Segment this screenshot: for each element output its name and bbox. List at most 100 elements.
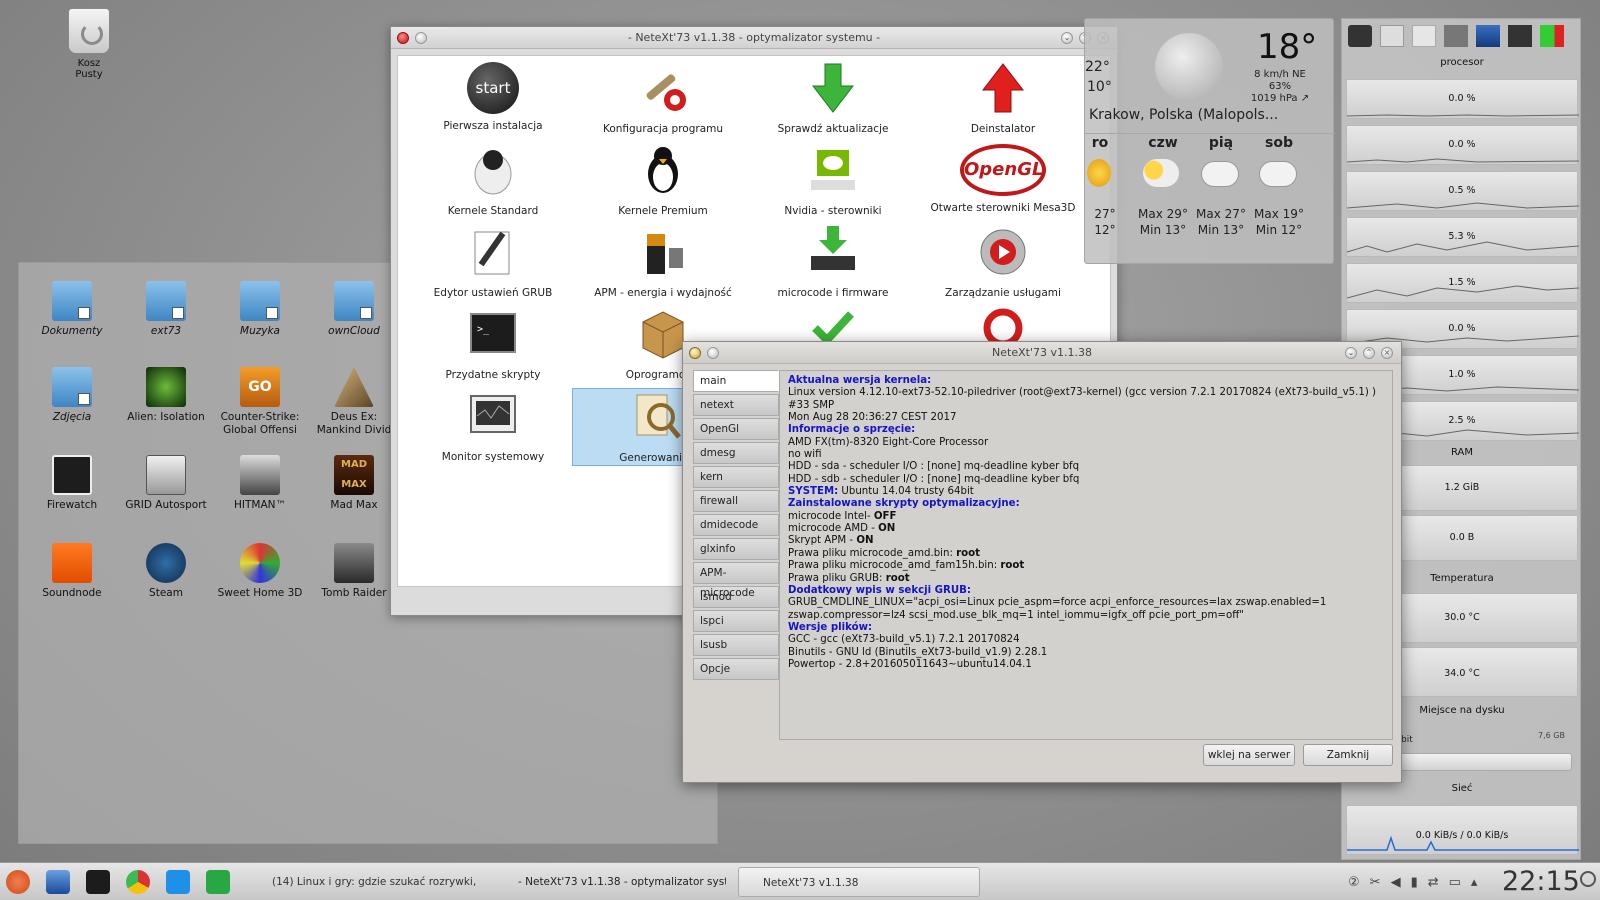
- app-deus-ex[interactable]: Deus Ex: Mankind Divid: [309, 367, 399, 437]
- network-tray-icon[interactable]: ⇄: [1428, 875, 1439, 890]
- terminal-icon[interactable]: [86, 870, 110, 894]
- app-alien-isolation[interactable]: Alien: Isolation: [121, 367, 211, 424]
- close-icon[interactable]: ×: [1381, 347, 1393, 359]
- item-edytor-grub[interactable]: Edytor ustawień GRUB: [408, 226, 578, 299]
- task-optimizer[interactable]: - NeteXt'73 v1.1.38 - optymalizator syst…: [494, 867, 726, 897]
- optimizer-titlebar[interactable]: - NeteXt'73 v1.1.38 - optymalizator syst…: [391, 27, 1117, 49]
- network-icon[interactable]: [1476, 25, 1500, 47]
- close-button[interactable]: Zamknij: [1303, 744, 1393, 766]
- paste-to-server-button[interactable]: wklej na serwer: [1203, 744, 1295, 766]
- folder-muzyka[interactable]: Muzyka: [215, 281, 305, 338]
- info-line: Linux version 4.12.10-ext73-52.10-piledr…: [788, 387, 1384, 412]
- item-uslugi[interactable]: Zarządzanie usługami: [918, 226, 1088, 299]
- updates-icon[interactable]: ②: [1348, 875, 1360, 890]
- info-text: Prawa pliku microcode_amd.bin:: [788, 547, 957, 559]
- pin-icon[interactable]: [415, 32, 427, 44]
- item-nvidia[interactable]: Nvidia - sterowniki: [748, 144, 918, 217]
- tab-opcje[interactable]: Opcje: [693, 658, 779, 680]
- app-tomb-raider[interactable]: Tomb Raider: [309, 543, 399, 600]
- item-deinstalator[interactable]: Deinstalator: [918, 62, 1088, 135]
- item-pierwsza-instalacja[interactable]: start Pierwsza instalacja: [408, 62, 578, 132]
- trash-desktop-icon[interactable]: Kosz Pusty: [58, 8, 120, 80]
- tab-lsusb[interactable]: lsusb: [693, 634, 779, 656]
- info-label: Aktualna wersja kernela:: [788, 375, 932, 386]
- item-mesa3d[interactable]: OpenGL Otwarte sterowniki Mesa3D: [918, 144, 1088, 214]
- volume-icon[interactable]: ◀: [1391, 875, 1401, 890]
- desktop-icon[interactable]: [46, 870, 70, 894]
- deus-ex-icon: [334, 367, 374, 407]
- item-monitor-systemowy[interactable]: Monitor systemowy: [408, 390, 578, 463]
- app-grid-autosport[interactable]: GRID Autosport: [121, 455, 211, 512]
- tab-netext[interactable]: netext: [693, 394, 779, 416]
- weather-widget[interactable]: 18° 8 km/h NE 63% 1019 hPa ↗ 22° 10° Kra…: [1084, 18, 1335, 264]
- app-firewatch[interactable]: Firewatch: [27, 455, 117, 512]
- app-steam[interactable]: Steam: [121, 543, 211, 600]
- network-graph: 0.0 KiB/s / 0.0 KiB/s: [1346, 805, 1579, 855]
- tab-firewall[interactable]: firewall: [693, 490, 779, 512]
- app-menu-icon[interactable]: [397, 32, 409, 44]
- tab-dmesg[interactable]: dmesg: [693, 442, 779, 464]
- tomb-raider-icon: [334, 543, 374, 583]
- folder-dokumenty[interactable]: Dokumenty: [27, 281, 117, 338]
- app-sweet-home-3d[interactable]: Sweet Home 3D: [215, 543, 305, 600]
- folder-owncloud[interactable]: ownCloud: [309, 281, 399, 338]
- app-counter-strike[interactable]: GO Counter-Strike: Global Offensi: [215, 367, 305, 437]
- display-icon[interactable]: ▭: [1449, 875, 1461, 890]
- app-magnifier-icon[interactable]: [689, 347, 701, 359]
- writer-icon[interactable]: [166, 870, 190, 894]
- item-kernele-premium[interactable]: Kernele Premium: [578, 144, 748, 217]
- spreadsheet-icon[interactable]: [206, 870, 230, 894]
- clock[interactable]: 22:15: [1502, 866, 1580, 897]
- taskbar: (14) Linux i gry: gdzie szukać rozrywki,…: [0, 862, 1600, 900]
- opengl-icon: OpenGL: [960, 144, 1046, 196]
- info-value: OFF: [873, 510, 897, 522]
- power-icon[interactable]: [1580, 871, 1596, 887]
- info-line: no wifi: [788, 449, 1384, 461]
- app-soundnode[interactable]: Soundnode: [27, 543, 117, 600]
- item-sprawdz-aktualizacje[interactable]: Sprawdź aktualizacje: [748, 62, 918, 135]
- gear-play-icon: [980, 229, 1026, 275]
- memory-icon[interactable]: [1444, 25, 1468, 47]
- item-kernele-standard[interactable]: Kernele Standard: [408, 144, 578, 217]
- day-2-min: Min 13°: [1139, 223, 1187, 237]
- folder-zdjecia[interactable]: Zdjęcia: [27, 367, 117, 424]
- signal-bars-icon[interactable]: [1540, 25, 1564, 47]
- router-icon[interactable]: [1348, 25, 1372, 47]
- app-mad-max[interactable]: MAD MAX Mad Max: [309, 455, 399, 512]
- item-przydatne-skrypty[interactable]: >_ Przydatne skrypty: [408, 308, 578, 381]
- app-hitman[interactable]: HITMAN™: [215, 455, 305, 512]
- pin-icon[interactable]: [707, 347, 719, 359]
- item-microcode[interactable]: microcode i firmware: [748, 226, 918, 299]
- tab-lspci[interactable]: lspci: [693, 610, 779, 632]
- tab-glxinfo[interactable]: glxinfo: [693, 538, 779, 560]
- tab-opengl[interactable]: OpenGl: [693, 418, 779, 440]
- minimize-icon[interactable]: ⌄: [1061, 32, 1073, 44]
- battery-tray-icon[interactable]: ▮: [1411, 875, 1418, 890]
- drive-icon[interactable]: [1380, 25, 1404, 47]
- info-title: NeteXt'73 v1.1.38: [992, 346, 1092, 359]
- chrome-icon[interactable]: [126, 870, 150, 894]
- task-info-window[interactable]: NeteXt'73 v1.1.38: [738, 867, 980, 897]
- ubuntu-menu-icon[interactable]: [6, 870, 30, 894]
- info-text: AMD FX(tm)-8320 Eight-Core Processor: [788, 436, 989, 448]
- start-icon: start: [467, 62, 519, 114]
- cpu-icon[interactable]: [1508, 25, 1532, 47]
- info-text-area[interactable]: Aktualna wersja kernela: Linux version 4.…: [779, 370, 1393, 740]
- info-line: Prawa pliku GRUB: root: [788, 573, 1384, 585]
- tray-expand-icon[interactable]: ▴: [1471, 875, 1478, 890]
- tab-apm-microcode[interactable]: APM-microcode: [693, 562, 779, 599]
- minimize-icon[interactable]: ⌄: [1345, 347, 1357, 359]
- maximize-icon[interactable]: ⌃: [1363, 347, 1375, 359]
- info-titlebar[interactable]: NeteXt'73 v1.1.38 ⌄ ⌃ ×: [683, 342, 1401, 364]
- tab-dmidecode[interactable]: dmidecode: [693, 514, 779, 536]
- drive2-icon[interactable]: [1412, 25, 1436, 47]
- tab-kern[interactable]: kern: [693, 466, 779, 488]
- item-konfiguracja[interactable]: Konfiguracja programu: [578, 62, 748, 135]
- tab-main[interactable]: main: [693, 370, 779, 392]
- folder-ext73[interactable]: ext73: [121, 281, 211, 338]
- today-low: 10°: [1087, 79, 1112, 95]
- task-browser[interactable]: (14) Linux i gry: gdzie szukać rozrywki,…: [248, 867, 480, 897]
- cpu-title: procesor: [1440, 57, 1484, 68]
- scissors-icon[interactable]: ✂: [1370, 875, 1381, 890]
- item-apm[interactable]: APM - energia i wydajność: [578, 226, 748, 299]
